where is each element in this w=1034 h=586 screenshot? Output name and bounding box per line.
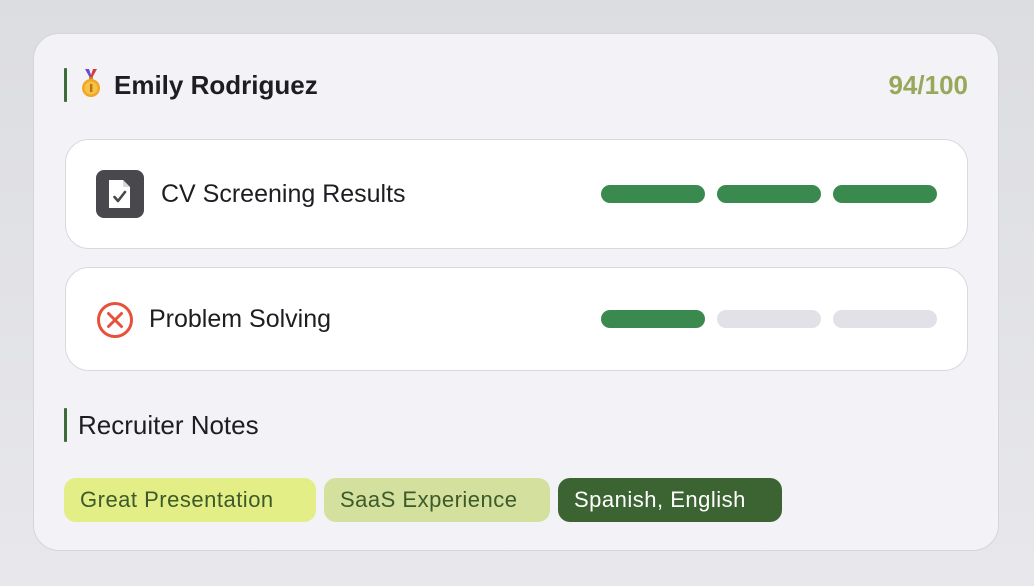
evaluation-label: Problem Solving — [149, 305, 332, 333]
evaluation-row-problem-solving[interactable]: Problem Solving — [65, 267, 968, 371]
rating-bars — [601, 185, 937, 203]
note-tag[interactable]: Great Presentation — [64, 478, 316, 522]
note-tags: Great Presentation SaaS Experience Spani… — [64, 478, 964, 522]
candidate-header: Emily Rodriguez 94/100 — [64, 68, 968, 102]
rating-segment — [601, 185, 705, 203]
evaluation-row-cv-screening[interactable]: CV Screening Results — [65, 139, 968, 249]
rating-segment — [717, 185, 821, 203]
accent-bar — [64, 408, 67, 442]
document-check-icon — [96, 170, 144, 218]
rating-segment — [833, 310, 937, 328]
evaluation-label: CV Screening Results — [161, 180, 406, 208]
recruiter-notes-header: Recruiter Notes — [64, 408, 464, 442]
candidate-card: Emily Rodriguez 94/100 CV Screening Resu… — [33, 33, 999, 551]
candidate-score: 94/100 — [888, 70, 968, 100]
rating-segment — [601, 310, 705, 328]
note-tag[interactable]: SaaS Experience — [324, 478, 550, 522]
gold-medal-icon — [82, 69, 100, 97]
accent-bar — [64, 68, 67, 102]
x-circle-icon — [97, 302, 133, 338]
rating-bars — [601, 310, 937, 328]
rating-segment — [717, 310, 821, 328]
recruiter-notes-title: Recruiter Notes — [78, 410, 259, 440]
candidate-name: Emily Rodriguez — [114, 70, 318, 100]
rating-segment — [833, 185, 937, 203]
note-tag[interactable]: Spanish, English — [558, 478, 782, 522]
